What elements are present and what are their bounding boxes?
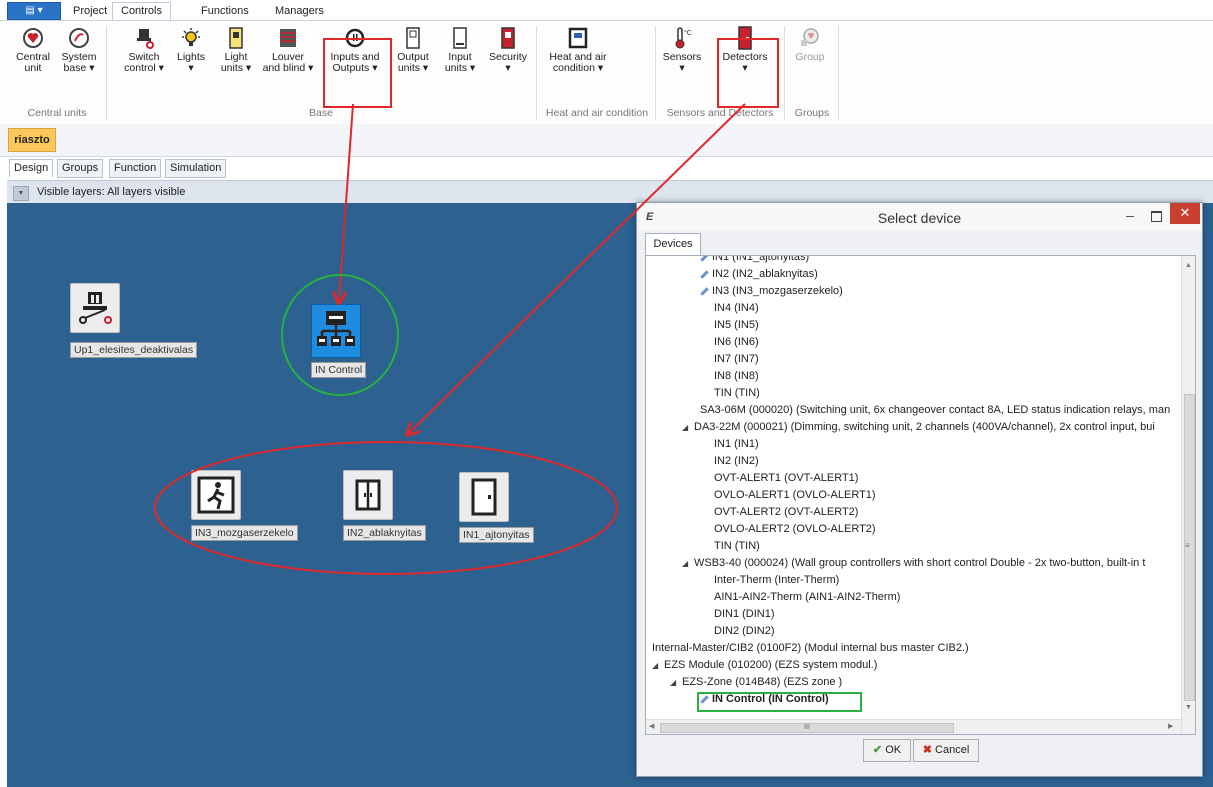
annotation-arrow	[408, 103, 746, 434]
annotation-arrow	[339, 103, 354, 302]
annotation-ellipse-red	[154, 441, 618, 575]
annotation-overlay	[154, 103, 746, 575]
